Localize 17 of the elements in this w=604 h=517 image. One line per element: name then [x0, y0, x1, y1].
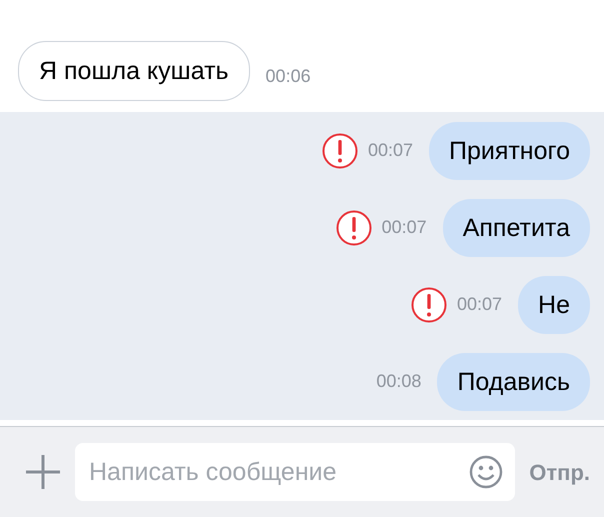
message-time: 00:07: [382, 216, 427, 239]
message-time: 00:07: [368, 139, 413, 162]
outgoing-message: Не: [518, 276, 590, 334]
message-time: 00:07: [456, 293, 502, 316]
outgoing-message: Подавись: [437, 352, 590, 410]
error-icon[interactable]: [322, 132, 358, 168]
message-time: 00:08: [376, 370, 422, 393]
incoming-message: Я пошла кушать: [18, 41, 250, 101]
smiley-icon[interactable]: [469, 455, 504, 489]
send-button[interactable]: Отпр.: [529, 456, 590, 488]
error-icon[interactable]: [410, 286, 447, 322]
message-field[interactable]: Написать сообщение: [75, 443, 516, 501]
error-icon[interactable]: [336, 210, 372, 246]
message-time: 00:06: [266, 65, 311, 88]
outgoing-message: Аппетита: [442, 198, 590, 256]
outgoing-message: Приятного: [428, 122, 590, 180]
plus-icon[interactable]: [25, 454, 61, 490]
